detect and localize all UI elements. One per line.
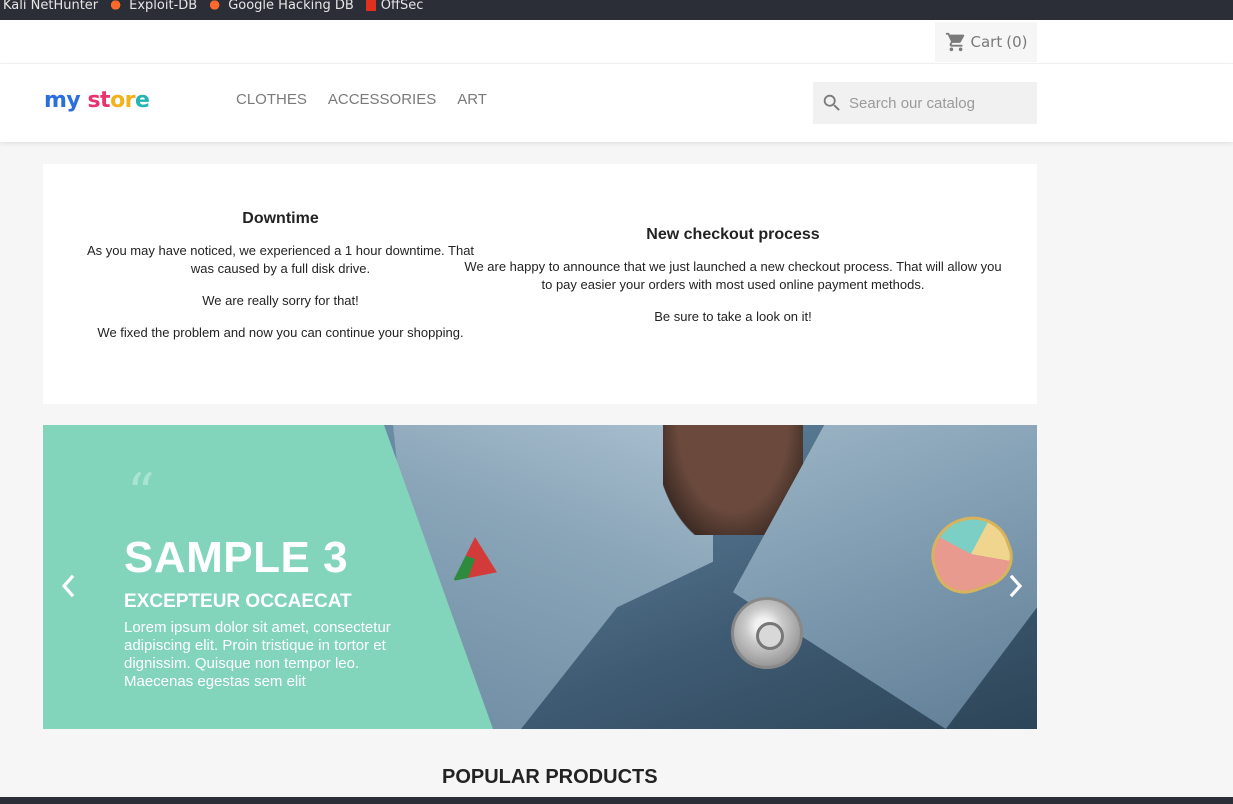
notice-paragraph: Be sure to take a look on it! <box>654 309 812 324</box>
slide-subtitle: EXCEPTEUR OCCAECAT <box>124 591 352 612</box>
header-main: my store CLOTHES ACCESSORIES ART <box>0 64 1233 142</box>
offsec-icon <box>365 0 376 11</box>
bookmarks-bar: Kali NetHunter Exploit-DB Google Hacking… <box>0 0 1233 20</box>
logo-part: or <box>110 88 136 113</box>
slider-prev-button[interactable] <box>57 571 79 601</box>
cart-count: (0) <box>1006 33 1028 51</box>
cart-label: Cart <box>970 33 1003 51</box>
slide-description: Lorem ipsum dolor sit amet, consectetur … <box>124 619 391 690</box>
chevron-right-icon <box>1009 574 1023 598</box>
popular-products-title: POPULAR PRODUCTS <box>442 766 658 788</box>
notice-paragraph: As you may have noticed, we experienced … <box>86 243 475 276</box>
downtime-notice: Downtime As you may have noticed, we exp… <box>83 210 478 356</box>
bookmark-label: Google Hacking DB <box>228 0 354 13</box>
cart-button[interactable]: Cart (0) <box>935 22 1037 62</box>
cart-icon <box>945 32 964 52</box>
search-icon[interactable] <box>821 92 843 114</box>
bookmark-google-hacking-db[interactable]: Google Hacking DB <box>209 0 354 13</box>
image-slider[interactable]: “ SAMPLE 3 EXCEPTEUR OCCAECAT Lorem ipsu… <box>43 425 1037 729</box>
bookmark-label: OffSec <box>380 0 424 13</box>
header-top: Cart (0) <box>0 20 1233 64</box>
custom-text-block: Downtime As you may have noticed, we exp… <box>43 164 1037 404</box>
dragon-icon <box>110 0 125 11</box>
menu-item-clothes[interactable]: CLOTHES <box>236 91 307 108</box>
search-input[interactable] <box>849 94 1029 112</box>
notice-title: Downtime <box>242 210 319 227</box>
checkout-notice: New checkout process We are happy to ann… <box>463 226 1003 340</box>
slide-title: SAMPLE 3 <box>124 533 349 582</box>
slider-next-button[interactable] <box>1005 571 1027 601</box>
quote-icon: “ <box>127 462 155 525</box>
dragon-icon <box>209 0 224 11</box>
bookmark-offsec[interactable]: OffSec <box>365 0 424 13</box>
notice-paragraph: We are really sorry for that! <box>202 293 359 308</box>
store-logo[interactable]: my store <box>44 88 150 113</box>
search-widget <box>813 82 1037 124</box>
logo-part: my <box>44 88 81 113</box>
logo-part: st <box>87 88 111 113</box>
bookmark-label: Kali NetHunter <box>3 0 99 13</box>
main-menu: CLOTHES ACCESSORIES ART <box>236 91 508 108</box>
logo-part: e <box>135 88 150 113</box>
menu-item-accessories[interactable]: ACCESSORIES <box>328 91 436 108</box>
chevron-left-icon <box>61 574 75 598</box>
bookmark-kali-nethunter[interactable]: Kali NetHunter <box>3 0 98 13</box>
bookmark-exploit-db[interactable]: Exploit-DB <box>110 0 197 13</box>
jeans-button-icon <box>731 597 803 669</box>
menu-item-art[interactable]: ART <box>457 91 487 108</box>
notice-paragraph: We are happy to announce that we just la… <box>464 259 1002 292</box>
bookmark-label: Exploit-DB <box>129 0 198 13</box>
taskbar-edge <box>0 797 1233 804</box>
notice-title: New checkout process <box>646 226 820 243</box>
notice-paragraph: We fixed the problem and now you can con… <box>97 325 464 340</box>
